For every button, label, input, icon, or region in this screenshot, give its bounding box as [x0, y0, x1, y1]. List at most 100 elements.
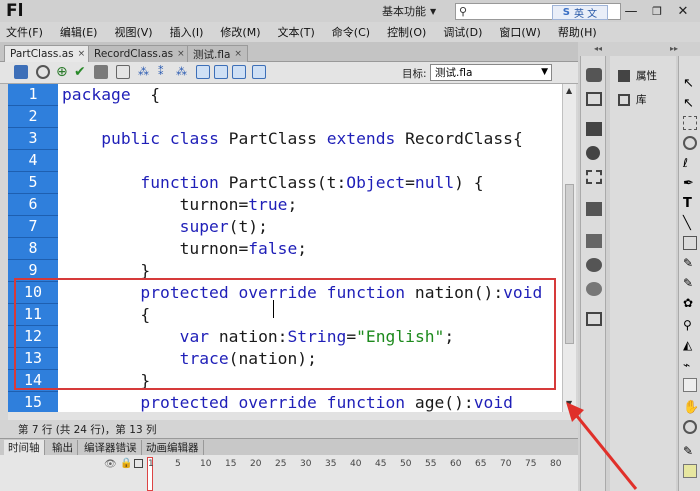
- history-icon[interactable]: [586, 282, 602, 296]
- collapse-left-icon[interactable]: ◂◂: [594, 44, 602, 53]
- transform-icon[interactable]: [586, 170, 602, 184]
- align-icon[interactable]: [586, 122, 602, 136]
- chevron-down-icon: ▼: [430, 6, 437, 16]
- info-icon[interactable]: [586, 146, 600, 160]
- menu-commands[interactable]: 命令(C): [332, 24, 370, 40]
- menu-window[interactable]: 窗口(W): [499, 24, 540, 40]
- free-transform-tool-icon[interactable]: [683, 116, 697, 130]
- motion-presets-icon[interactable]: [586, 258, 602, 272]
- collapse-selection-icon[interactable]: ⁂: [176, 65, 190, 79]
- paint-bucket-tool-icon[interactable]: ◭: [683, 338, 697, 352]
- menu-file[interactable]: 文件(F): [6, 24, 43, 40]
- tab-recordclass[interactable]: RecordClass.as ×: [88, 45, 191, 62]
- close-tab-icon[interactable]: ×: [177, 49, 185, 59]
- menu-view[interactable]: 视图(V): [114, 24, 152, 40]
- line-number: 7: [8, 216, 58, 238]
- tab-compiler-errors[interactable]: 编译器错误: [80, 440, 142, 455]
- menu-text[interactable]: 文本(T): [277, 24, 314, 40]
- hand-tool-icon[interactable]: ✋: [683, 400, 699, 415]
- editor-horizontal-scrollbar[interactable]: [8, 412, 578, 420]
- pen-tool-icon[interactable]: ✒: [683, 176, 697, 191]
- components-icon[interactable]: [586, 234, 602, 248]
- menu-help[interactable]: 帮助(H): [558, 24, 597, 40]
- tab-test-fla[interactable]: 测试.fla ×: [187, 45, 248, 62]
- line-tool-icon[interactable]: ╲: [683, 216, 697, 231]
- line-number: 5: [8, 172, 58, 194]
- tab-label: PartClass.as: [10, 48, 74, 60]
- tab-output[interactable]: 输出: [48, 440, 78, 455]
- eye-icon[interactable]: 👁: [104, 459, 117, 470]
- color-panel-icon[interactable]: [586, 68, 602, 82]
- pencil-tool-icon[interactable]: ✎: [683, 256, 697, 270]
- lock-icon[interactable]: 🔒: [120, 458, 132, 469]
- code-snippets-icon[interactable]: [586, 202, 602, 216]
- close-button[interactable]: ✕: [672, 2, 694, 20]
- line-number: 15: [8, 392, 58, 412]
- title-bar: Fl 基本功能 ▼ ⚲ S 英 文 — ❐ ✕: [0, 0, 700, 22]
- collapse-right-icon[interactable]: ▸▸: [670, 44, 678, 53]
- minimize-button[interactable]: —: [620, 2, 642, 20]
- frame-number: 5: [175, 459, 181, 469]
- menu-edit[interactable]: 编辑(E): [60, 24, 98, 40]
- add-statement-icon[interactable]: [14, 65, 28, 79]
- frame-number: 45: [375, 459, 387, 469]
- find-icon[interactable]: [36, 65, 50, 79]
- menu-modify[interactable]: 修改(M): [220, 24, 260, 40]
- movie-explorer-icon[interactable]: [586, 312, 602, 326]
- auto-format-icon[interactable]: [94, 65, 108, 79]
- text-tool-icon[interactable]: T: [683, 196, 697, 211]
- close-tab-icon[interactable]: ×: [78, 49, 86, 59]
- tab-timeline[interactable]: 时间轴: [4, 440, 45, 455]
- deco-tool-icon[interactable]: ✿: [683, 296, 697, 310]
- debug-options-icon[interactable]: ⁂: [138, 65, 152, 79]
- expand-all-icon[interactable]: [196, 65, 210, 79]
- restore-button[interactable]: ❐: [646, 2, 668, 20]
- close-tab-icon[interactable]: ×: [234, 49, 242, 59]
- eyedropper-tool-icon[interactable]: ⌁: [683, 358, 697, 372]
- properties-icon: [618, 69, 630, 82]
- menu-control[interactable]: 控制(O): [387, 24, 426, 40]
- timeline-panel[interactable]: 👁 🔒 1 5 10 15 20 25 30 35 40 45 50 55 60 65 70 75 80: [0, 455, 578, 491]
- zoom-tool-icon[interactable]: [683, 420, 697, 434]
- eraser-tool-icon[interactable]: [683, 378, 697, 392]
- collapse-between-icon[interactable]: ⁑: [158, 65, 172, 79]
- apply-block-comment-icon[interactable]: [214, 65, 228, 79]
- properties-tab[interactable]: 属性: [618, 68, 657, 83]
- workspace-dropdown[interactable]: 基本功能 ▼: [382, 2, 436, 20]
- code-line: protected override function age():void: [140, 393, 513, 412]
- bone-tool-icon[interactable]: ⚲: [683, 318, 697, 332]
- brush-tool-icon[interactable]: ✎: [683, 276, 697, 290]
- tab-motion-editor[interactable]: 动画编辑器: [142, 440, 204, 455]
- rectangle-tool-icon[interactable]: [683, 236, 697, 250]
- annotation-highlight-box: [14, 278, 556, 390]
- tab-partclass[interactable]: PartClass.as ×: [4, 45, 92, 62]
- insert-target-icon[interactable]: ⊕: [56, 65, 70, 79]
- subselection-tool-icon[interactable]: ↖: [683, 96, 697, 111]
- frame-number: 55: [425, 459, 437, 469]
- lasso-tool-icon[interactable]: ℓ: [683, 156, 697, 170]
- stroke-color-icon[interactable]: ✎: [683, 444, 697, 458]
- minimize-icon: —: [624, 3, 638, 19]
- check-syntax-icon[interactable]: ✔: [74, 65, 88, 79]
- frame-number: 75: [525, 459, 537, 469]
- chevron-down-icon: ▼: [541, 67, 548, 77]
- apply-line-comment-icon[interactable]: [232, 65, 246, 79]
- properties-label: 属性: [636, 70, 657, 82]
- fill-color-icon[interactable]: [683, 464, 697, 478]
- library-tab[interactable]: 库: [618, 92, 647, 107]
- target-select[interactable]: 测试.fla ▼: [430, 64, 552, 81]
- menu-debug[interactable]: 调试(D): [443, 24, 482, 40]
- scroll-thumb[interactable]: [565, 184, 574, 344]
- swatches-icon[interactable]: [586, 92, 602, 106]
- 3d-rotation-tool-icon[interactable]: [683, 136, 697, 150]
- library-label: 库: [636, 94, 647, 106]
- menu-insert[interactable]: 插入(I): [170, 24, 204, 40]
- code-hint-icon[interactable]: [116, 65, 130, 79]
- editor-vertical-scrollbar[interactable]: ▲ ▼: [562, 84, 576, 412]
- remove-comment-icon[interactable]: [252, 65, 266, 79]
- frame-number: 20: [250, 459, 262, 469]
- scroll-up-icon[interactable]: ▲: [566, 86, 572, 95]
- selection-tool-icon[interactable]: ↖: [683, 76, 697, 91]
- outline-icon[interactable]: [134, 459, 143, 468]
- line-number: 6: [8, 194, 58, 216]
